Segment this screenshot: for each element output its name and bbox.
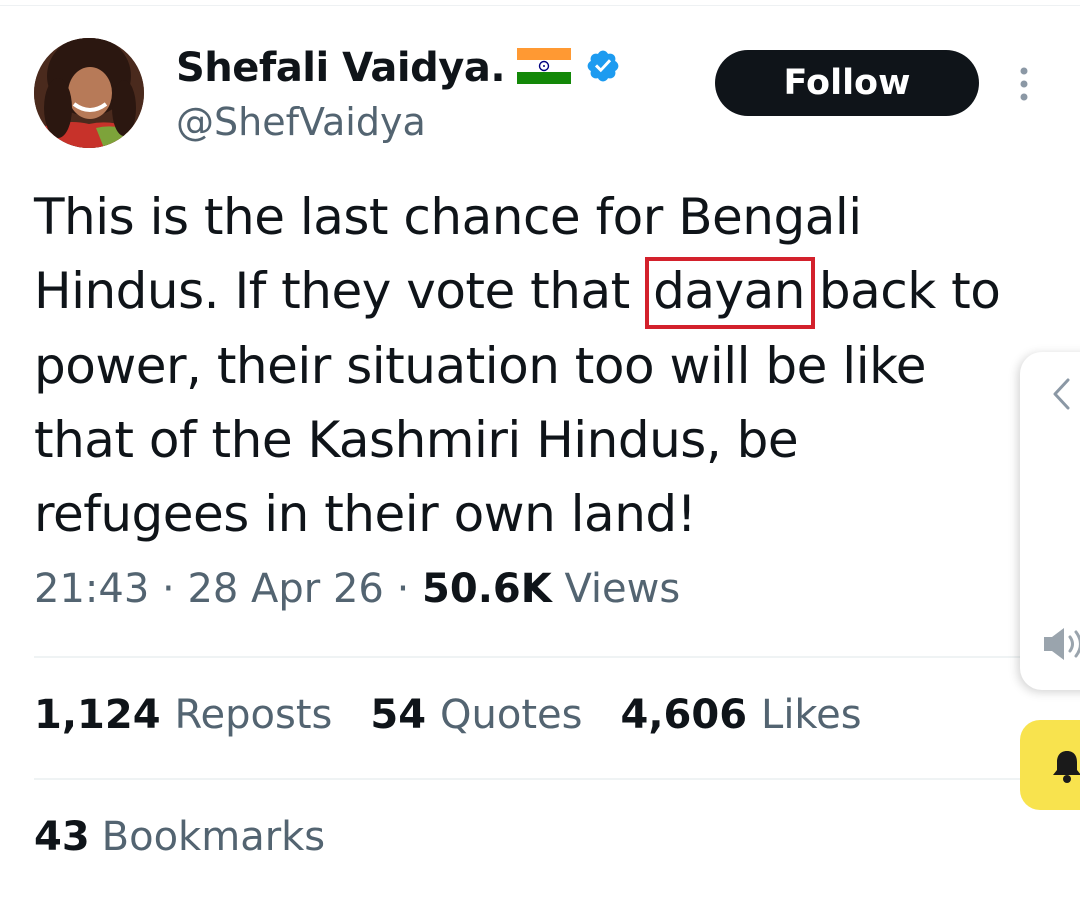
engagement-stats: 1,124 Reposts 54 Quotes 4,606 Likes bbox=[34, 692, 862, 738]
likes-count: 4,606 bbox=[620, 692, 748, 738]
bookmarks-count: 43 bbox=[34, 814, 90, 860]
likes-stat[interactable]: 4,606 Likes bbox=[621, 692, 862, 738]
divider bbox=[34, 778, 1020, 780]
avatar-photo bbox=[34, 38, 144, 148]
more-options-icon[interactable] bbox=[1014, 66, 1034, 106]
author-handle[interactable]: @ShefVaidya bbox=[176, 100, 426, 144]
quotes-label: Quotes bbox=[440, 692, 583, 738]
divider bbox=[34, 656, 1020, 658]
reposts-stat[interactable]: 1,124 Reposts bbox=[34, 692, 332, 738]
likes-label: Likes bbox=[761, 692, 862, 738]
author-display-name[interactable]: Shefali Vaidya. bbox=[176, 45, 506, 91]
reposts-label: Reposts bbox=[174, 692, 333, 738]
quotes-count: 54 bbox=[370, 692, 427, 738]
bookmarks-label: Bookmarks bbox=[101, 814, 326, 860]
bookmarks-stat[interactable]: 43 Bookmarks bbox=[34, 814, 325, 860]
quotes-stat[interactable]: 54 Quotes bbox=[370, 692, 582, 738]
follow-button[interactable]: Follow bbox=[715, 50, 979, 116]
bell-icon bbox=[1050, 748, 1080, 788]
meta-separator: · bbox=[149, 566, 188, 612]
views-label: Views bbox=[564, 566, 681, 612]
tweet-time[interactable]: 21:43 bbox=[34, 566, 149, 612]
verified-badge-icon bbox=[585, 48, 621, 88]
chevron-left-icon[interactable] bbox=[1050, 376, 1072, 416]
highlighted-word: dayan bbox=[645, 257, 815, 329]
notification-bell-button[interactable] bbox=[1020, 720, 1080, 810]
top-divider bbox=[0, 5, 1080, 6]
author-name-row: Shefali Vaidya. bbox=[176, 40, 621, 96]
tweet-meta: 21:43 · 28 Apr 26 · 50.6K Views bbox=[34, 566, 680, 612]
reposts-count: 1,124 bbox=[34, 692, 161, 738]
tweet-text: This is the last chance for Bengali Hind… bbox=[34, 180, 1024, 551]
side-panel bbox=[1020, 352, 1080, 690]
tweet-date[interactable]: 28 Apr 26 bbox=[187, 566, 383, 612]
volume-icon[interactable] bbox=[1040, 624, 1080, 668]
avatar[interactable] bbox=[34, 38, 144, 148]
views-count: 50.6K bbox=[422, 566, 552, 612]
meta-separator: · bbox=[383, 566, 423, 612]
india-flag-icon bbox=[517, 48, 572, 88]
